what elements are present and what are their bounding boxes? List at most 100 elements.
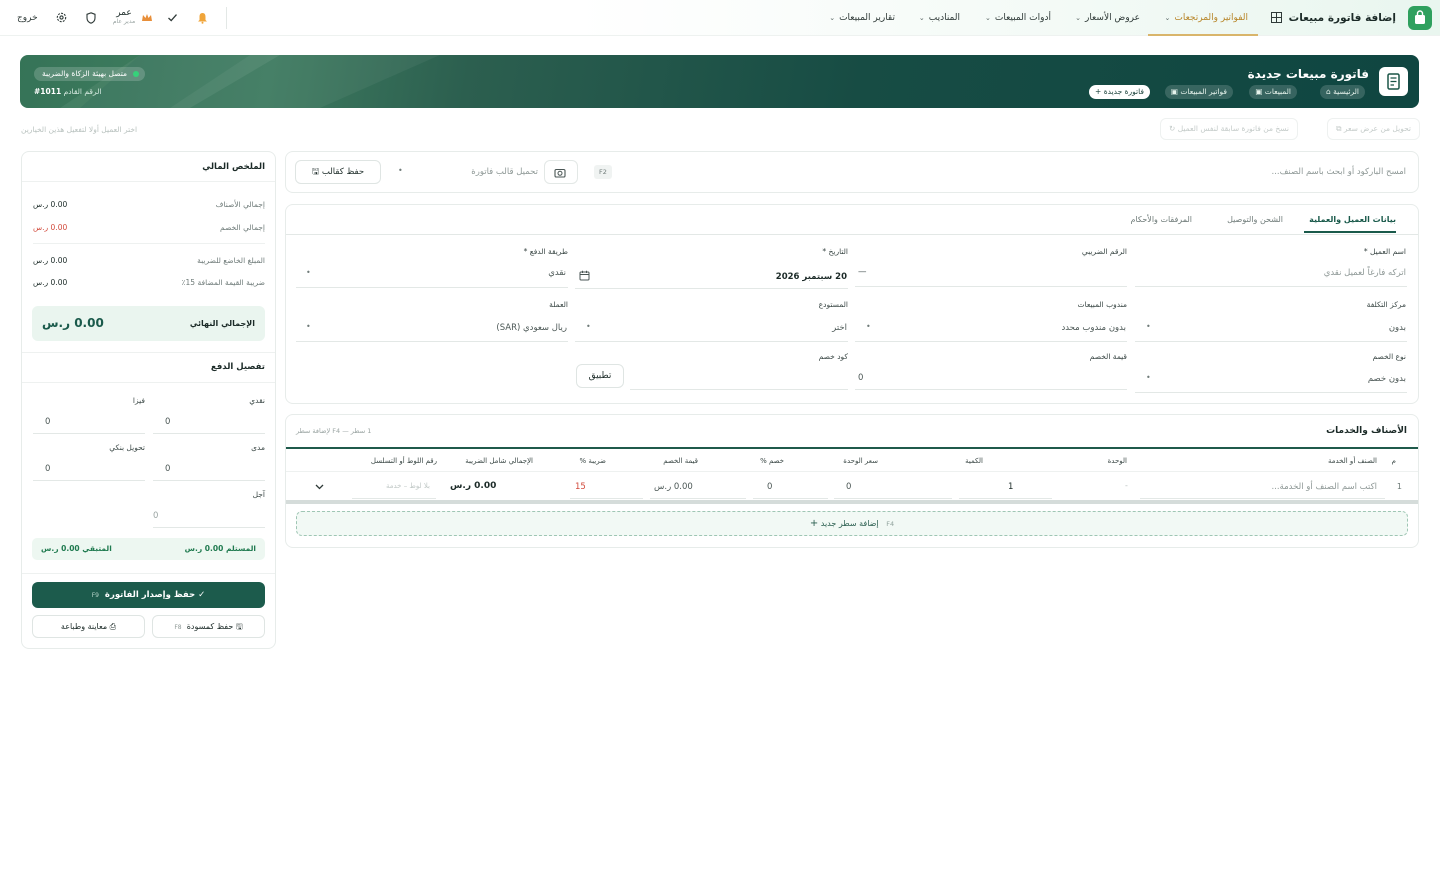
top-navbar: إضافة فاتورة مبيعات الفواتير والمرتجعات⌄…	[0, 0, 1440, 36]
tax-number-underline	[855, 286, 1127, 287]
breadcrumb-home[interactable]: الرئيسية ⌂	[1320, 85, 1365, 99]
logout-button[interactable]: خروج	[17, 13, 38, 23]
payment-credit-input[interactable]: 0	[153, 511, 158, 521]
chevron-down-icon[interactable]	[314, 481, 325, 492]
items-hint: 1 سطر — F4 لإضافة سطر	[296, 427, 372, 435]
tab-shipping[interactable]: الشحن والتوصيل	[1227, 215, 1283, 224]
currency-select[interactable]: ريال سعودي (SAR)	[496, 323, 567, 333]
template-select[interactable]: تحميل قالب فاتورة	[398, 167, 538, 177]
payment-method-select[interactable]: نقدي	[548, 268, 566, 278]
tax-number-label: الرقم الضريبي	[1081, 247, 1127, 256]
invoice-icon	[1379, 67, 1408, 96]
grid-menu-icon[interactable]	[1271, 12, 1282, 23]
col-header-unit: الوحدة	[1107, 457, 1127, 465]
shield-icon[interactable]	[86, 12, 96, 24]
row-tax-pct-input[interactable]: 15	[575, 482, 586, 492]
payment-visa-input[interactable]: 0	[45, 417, 50, 427]
summary-taxable-label: المبلغ الخاضع للضريبة	[197, 256, 265, 265]
items-title: الأصناف والخدمات	[1326, 426, 1407, 436]
discount-type-label: نوع الخصم	[1372, 352, 1406, 361]
page-header-banner: فاتورة مبيعات جديدة الرئيسية ⌂ المبيعات …	[20, 55, 1419, 108]
tab-customer-details[interactable]: بيانات العميل والعملية	[1309, 215, 1396, 224]
save-as-template-button[interactable]: حفظ كقالب 🖫	[295, 160, 381, 184]
chevron-down-icon: •	[1146, 373, 1151, 382]
payment-credit-label: آجل	[252, 490, 265, 499]
row-index: 1	[1396, 482, 1402, 491]
received-remaining-box: المستلم 0.00 ر.س المتبقي 0.00 ر.س	[32, 538, 265, 560]
bell-icon[interactable]	[197, 12, 208, 24]
payment-transfer-input[interactable]: 0	[45, 464, 50, 474]
cost-center-select[interactable]: بدون	[1389, 323, 1406, 333]
user-role: مدير عام	[112, 18, 136, 25]
discount-value-input[interactable]: 0	[858, 373, 863, 383]
nav-item-sales-reports[interactable]: تقارير المبيعات⌄	[829, 13, 895, 23]
date-input[interactable]: 20 سبتمبر 2026	[776, 272, 847, 282]
printer-icon: ⎙	[109, 622, 117, 631]
preview-print-button[interactable]: ⎙ معاينة وطباعة	[32, 615, 145, 638]
check-icon[interactable]	[167, 12, 178, 23]
nav-item-reps[interactable]: المناديب⌄	[919, 13, 960, 23]
convert-from-quote-button[interactable]: تحويل من عرض سعر ⧉	[1327, 118, 1420, 140]
app-logo[interactable]	[1408, 6, 1432, 30]
warehouse-select[interactable]: اختر	[832, 323, 847, 333]
row-price-input[interactable]: 0	[846, 482, 851, 492]
row-item-underline	[1140, 498, 1385, 499]
add-row-button[interactable]: F4 إضافة سطر جديد +	[296, 511, 1408, 536]
nav-item-sales-tools[interactable]: أدوات المبيعات⌄	[985, 13, 1051, 23]
currency-underline	[296, 341, 568, 342]
payment-cash-input[interactable]: 0	[165, 417, 170, 427]
payment-breakdown-title: تفصيل الدفع	[210, 362, 265, 372]
discount-code-input[interactable]	[630, 389, 848, 390]
date-underline	[575, 288, 848, 289]
sales-rep-underline	[855, 341, 1127, 342]
calendar-icon[interactable]	[579, 270, 590, 281]
barcode-search-input[interactable]: امسح الباركود أو ابحث باسم الصنف...	[1272, 167, 1406, 177]
payment-mada-input[interactable]: 0	[165, 464, 170, 474]
discount-code-label: كود خصم	[818, 352, 848, 361]
discount-type-select[interactable]: بدون خصم	[1368, 374, 1406, 384]
invoice-details-card: بيانات العميل والعملية الشحن والتوصيل ال…	[285, 204, 1419, 404]
crown-icon	[141, 12, 153, 23]
sales-rep-select[interactable]: بدون مندوب محدد	[1061, 323, 1126, 333]
gear-icon[interactable]	[56, 12, 67, 23]
payment-method-label: طريقة الدفع *	[523, 247, 568, 256]
currency-label: العملة	[549, 300, 568, 309]
table-header-bar	[286, 447, 1418, 449]
breadcrumb-sales[interactable]: المبيعات ▣	[1249, 85, 1297, 99]
nav-item-quotes[interactable]: عروض الأسعار⌄	[1075, 13, 1140, 23]
summary-title: الملخص المالي	[202, 162, 265, 172]
row-lot-input[interactable]: بلا لوط – خدمة	[386, 482, 430, 490]
col-header-qty: الكمية	[965, 457, 983, 465]
search-bar: امسح الباركود أو ابحث باسم الصنف... F2 ت…	[285, 151, 1419, 193]
cost-center-label: مركز التكلفة	[1366, 300, 1406, 309]
summary-discount-value: 0.00 ر.س	[33, 223, 68, 232]
table-scrollbar[interactable]	[286, 500, 1418, 504]
tab-attachments[interactable]: المرفقات والأحكام	[1131, 215, 1192, 224]
row-unit-select[interactable]: -	[1125, 481, 1128, 490]
col-header-index: م	[1391, 457, 1396, 465]
nav-item-invoices[interactable]: الفواتير والمرتجعات⌄	[1165, 13, 1249, 23]
copy-previous-invoice-button[interactable]: نسخ من فاتورة سابقة لنفس العميل ↻	[1160, 118, 1298, 140]
user-info[interactable]: عمر مدير عام	[110, 8, 138, 25]
action-hint: اختر العميل أولا لتفعيل هذين الخيارين	[21, 125, 138, 134]
payment-mada-underline	[153, 480, 265, 481]
user-name: عمر	[116, 8, 132, 18]
payment-method-underline	[296, 287, 568, 288]
row-discount-value[interactable]: 0.00 ر.س	[654, 482, 693, 492]
customer-name-input[interactable]: اتركه فارغاً لعميل نقدي	[1324, 268, 1406, 278]
row-item-input[interactable]: اكتب اسم الصنف أو الخدمة...	[1271, 482, 1377, 492]
row-discount-pct-input[interactable]: 0	[767, 482, 772, 492]
save-and-issue-button[interactable]: ✓ حفظ وإصدار الفاتورة F9	[32, 582, 265, 608]
row-qty-input[interactable]: 1	[1008, 482, 1013, 492]
camera-scan-button[interactable]	[544, 160, 578, 184]
divider	[22, 382, 275, 383]
row-total: 0.00 ر.س	[450, 481, 497, 491]
save-draft-button[interactable]: 🖫 حفظ كمسودة F8	[152, 615, 265, 638]
row-tax-pct-underline	[570, 498, 643, 499]
active-nav-indicator	[1148, 34, 1258, 36]
divider	[22, 181, 275, 182]
payment-transfer-underline	[33, 480, 145, 481]
apply-discount-button[interactable]: تطبيق	[576, 364, 624, 388]
breadcrumb-sales-invoices[interactable]: فواتير المبيعات ▣	[1164, 85, 1233, 99]
payment-transfer-label: تحويل بنكي	[109, 443, 145, 452]
